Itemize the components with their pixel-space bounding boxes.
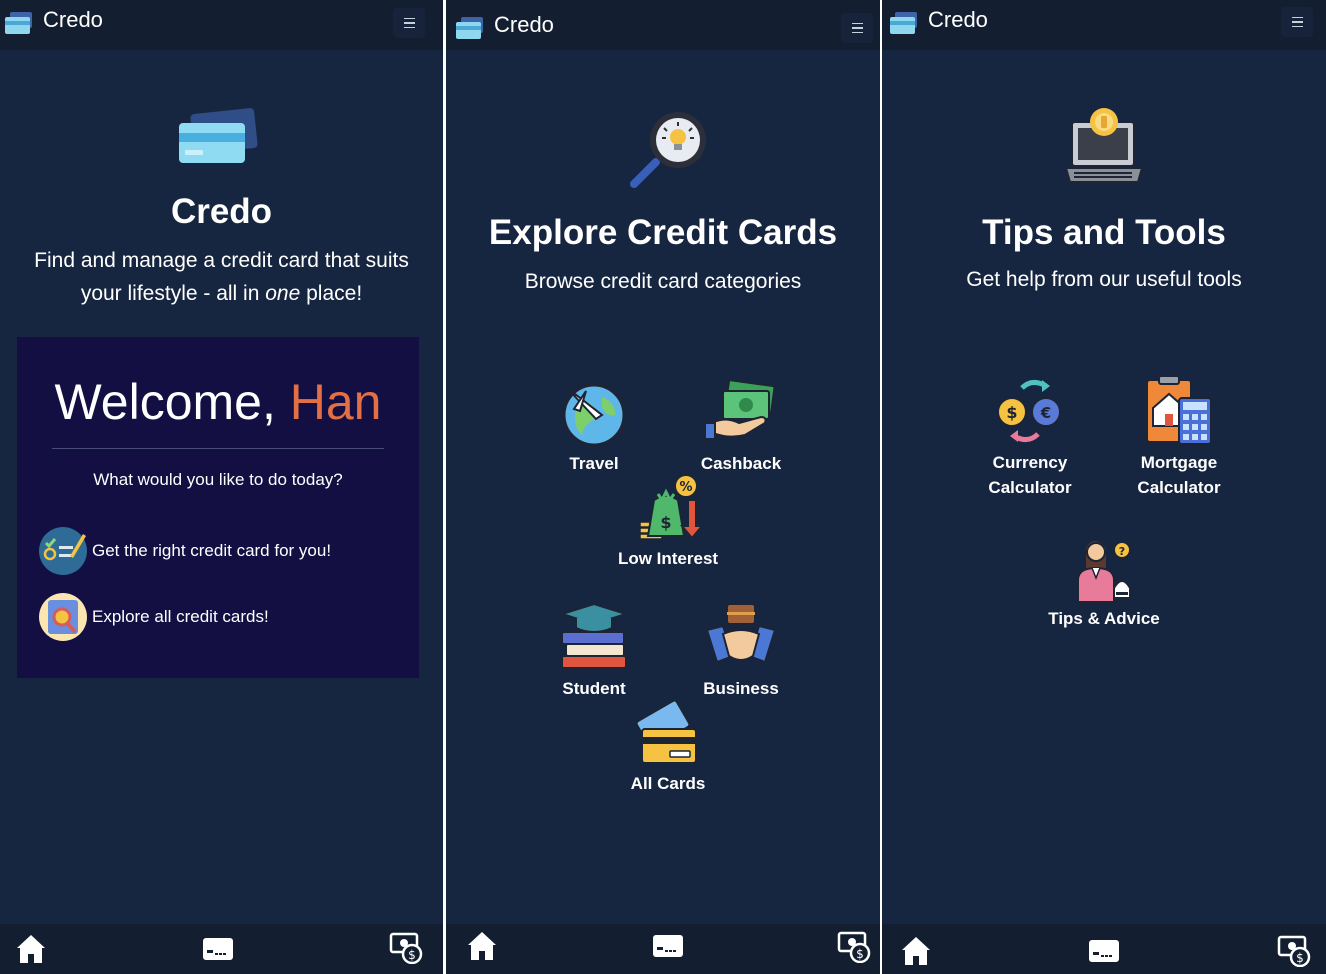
svg-text:$: $ xyxy=(856,947,864,961)
money-exchange-icon[interactable]: $ xyxy=(837,929,871,963)
explore-title: Explore Credit Cards xyxy=(488,213,838,252)
svg-text:$: $ xyxy=(660,513,671,532)
tool-currency-label[interactable]: Currency Calculator xyxy=(988,450,1071,500)
home-icon[interactable] xyxy=(899,934,933,968)
currency-exchange-icon: $ € xyxy=(997,380,1061,442)
tools-screen: Credo Tips and Tools Get help from our u… xyxy=(882,0,1326,974)
bottom-nav: $ xyxy=(446,924,880,974)
graduation-books-icon xyxy=(558,602,630,669)
top-bar: Credo xyxy=(0,0,443,50)
svg-text:$: $ xyxy=(1296,951,1304,965)
credo-logo-icon[interactable] xyxy=(455,14,485,42)
find-card-label[interactable]: Get the right credit card for you! xyxy=(92,541,331,561)
menu-button[interactable] xyxy=(393,8,425,38)
money-exchange-icon[interactable]: $ xyxy=(1277,933,1311,967)
svg-text:$: $ xyxy=(1006,403,1017,422)
explore-screen: Credo Explore Credit Cards Browse credit… xyxy=(446,0,880,974)
home-icon[interactable] xyxy=(14,932,48,966)
bottom-nav: $ xyxy=(0,924,443,974)
card-icon[interactable] xyxy=(1087,934,1121,968)
tools-title: Tips and Tools xyxy=(982,213,1226,252)
category-all-cards-label[interactable]: All Cards xyxy=(631,771,706,796)
home-title: Credo xyxy=(170,192,273,231)
category-low-interest[interactable]: $ % Low Interest xyxy=(603,470,733,571)
handshake-briefcase-icon xyxy=(705,603,777,664)
home-screen: Credo Credo Find and manage a credit car… xyxy=(0,0,443,974)
top-bar: Credo xyxy=(882,0,1326,50)
category-low-interest-label[interactable]: Low Interest xyxy=(618,546,718,571)
brand-name[interactable]: Credo xyxy=(928,7,988,33)
tools-subtitle: Get help from our useful tools xyxy=(966,268,1242,291)
card-icon[interactable] xyxy=(201,932,235,966)
tool-tips-label[interactable]: Tips & Advice xyxy=(1048,606,1159,631)
tool-currency-calculator[interactable]: $ € Currency Calculator xyxy=(965,374,1095,500)
svg-text:$: $ xyxy=(408,948,416,962)
top-bar: Credo xyxy=(446,0,880,50)
category-travel[interactable]: Travel xyxy=(529,375,659,476)
globe-plane-icon xyxy=(562,383,626,447)
tool-mortgage-label[interactable]: Mortgage Calculator xyxy=(1137,450,1220,500)
brand-name[interactable]: Credo xyxy=(494,12,554,38)
money-exchange-icon[interactable]: $ xyxy=(389,930,423,964)
menu-button[interactable] xyxy=(841,13,873,43)
welcome-question: What would you like to do today? xyxy=(93,470,343,489)
credo-logo-icon[interactable] xyxy=(4,9,34,37)
checklist-pen-icon xyxy=(39,527,87,575)
cash-hand-icon xyxy=(704,379,776,440)
category-all-cards[interactable]: All Cards xyxy=(603,695,733,796)
find-card-action[interactable]: Get the right credit card for you! xyxy=(38,526,331,576)
welcome-panel: Welcome, Han What would you like to do t… xyxy=(17,337,419,678)
bottom-nav: $ xyxy=(882,924,1326,974)
home-tagline: Find and manage a credit card that suits… xyxy=(34,249,409,305)
credit-card-hero-icon xyxy=(179,108,258,163)
category-business[interactable]: Business xyxy=(676,600,806,701)
home-icon[interactable] xyxy=(465,929,499,963)
svg-text:%: % xyxy=(679,480,692,495)
credit-cards-icon xyxy=(635,699,697,764)
card-icon[interactable] xyxy=(651,929,685,963)
brand-name[interactable]: Credo xyxy=(43,7,103,33)
house-calculator-icon xyxy=(1146,375,1212,445)
magnifier-bulb-icon xyxy=(630,112,706,188)
card-search-icon xyxy=(39,593,87,641)
credo-logo-icon[interactable] xyxy=(889,9,919,37)
svg-text:€: € xyxy=(1040,404,1051,422)
category-student[interactable]: Student xyxy=(529,600,659,701)
tool-tips-advice[interactable]: ? Tips & Advice xyxy=(1039,530,1169,631)
svg-text:?: ? xyxy=(1119,545,1125,558)
laptop-advice-icon xyxy=(1064,108,1144,183)
tool-mortgage-calculator[interactable]: Mortgage Calculator xyxy=(1114,374,1244,500)
advisor-icon: ? xyxy=(1077,541,1131,603)
money-percent-icon: $ % xyxy=(639,474,705,540)
category-cashback[interactable]: Cashback xyxy=(676,375,806,476)
explore-cards-action[interactable]: Explore all credit cards! xyxy=(38,592,269,642)
menu-button[interactable] xyxy=(1281,7,1313,37)
explore-subtitle: Browse credit card categories xyxy=(524,270,802,293)
user-name: Han xyxy=(289,374,382,430)
welcome-heading: Welcome, Han xyxy=(54,374,382,430)
divider xyxy=(52,448,384,449)
explore-cards-label[interactable]: Explore all credit cards! xyxy=(92,607,269,627)
